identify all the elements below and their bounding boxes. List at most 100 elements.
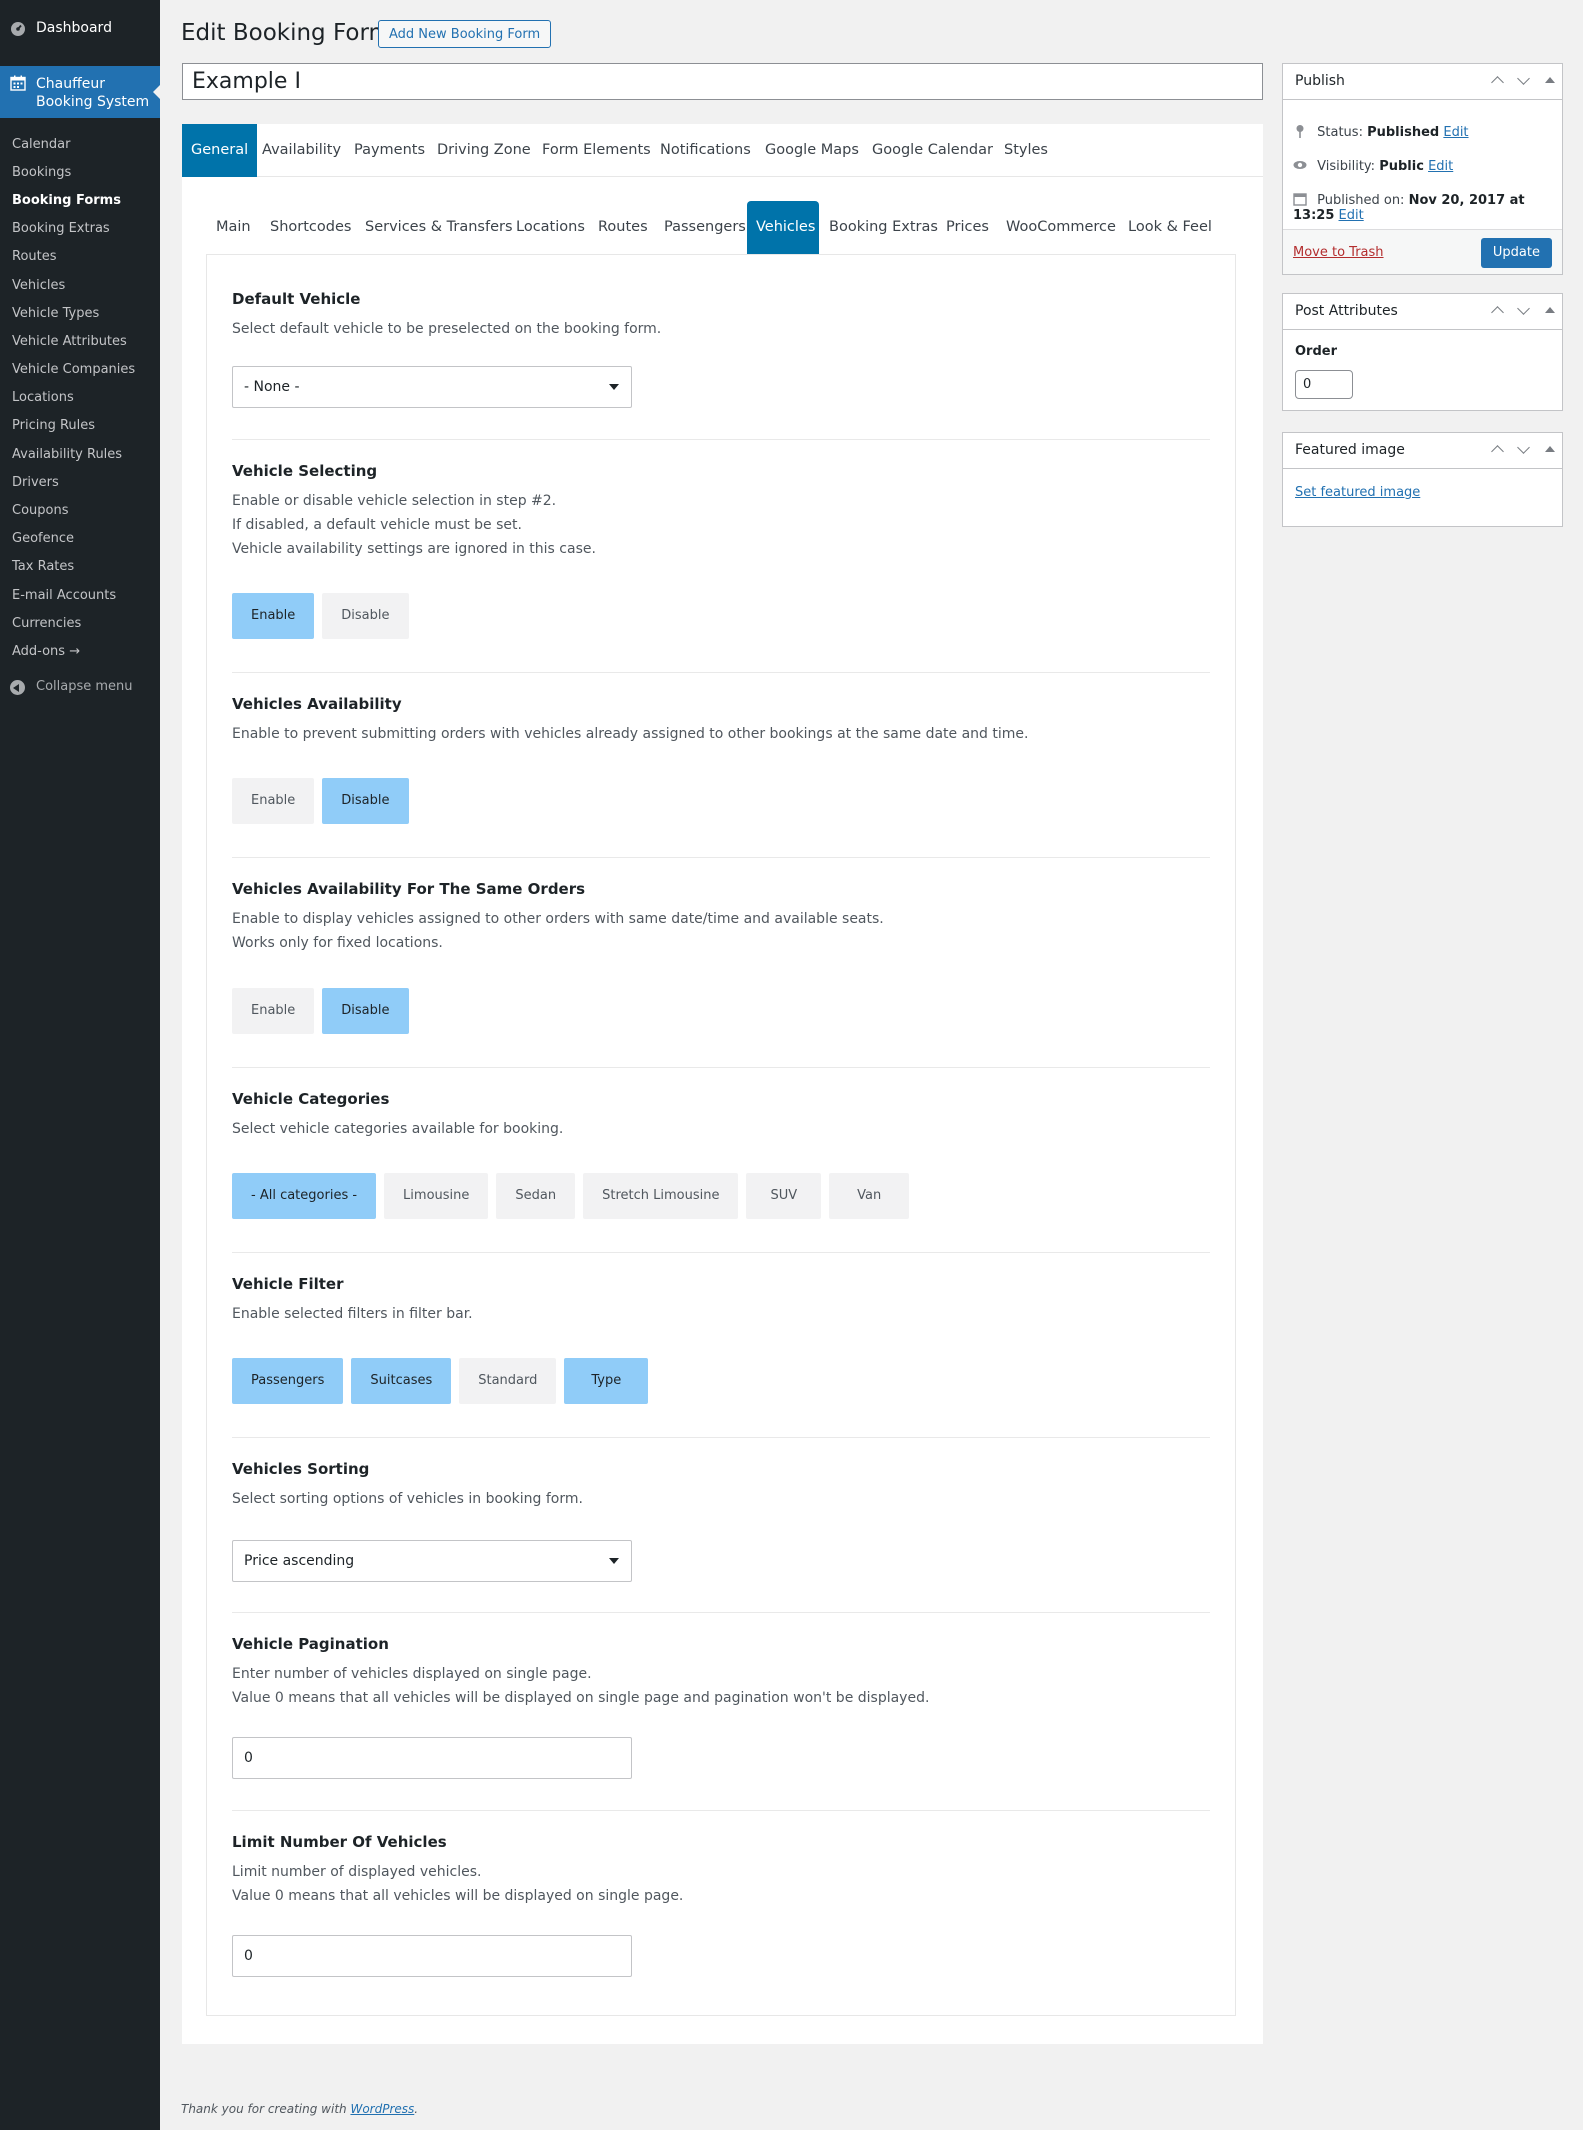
category-suv[interactable]: SUV xyxy=(746,1173,822,1219)
section-title: Vehicles Availability For The Same Order… xyxy=(232,880,586,898)
section-vehicle-categories: Vehicle Categories Select vehicle catego… xyxy=(232,1090,1210,1141)
box-title: Featured image xyxy=(1295,442,1405,458)
edit-visibility-link[interactable]: Edit xyxy=(1428,159,1453,174)
featured-image-box: Featured image Set featured image xyxy=(1282,432,1563,527)
enable-button[interactable]: Enable xyxy=(232,988,315,1034)
sidebar-item-geofence[interactable]: Geofence xyxy=(0,525,160,553)
sidebar-item-routes[interactable]: Routes xyxy=(0,243,160,271)
description-line: Vehicle availability settings are ignore… xyxy=(232,541,596,557)
subtab-vehicles[interactable]: Vehicles xyxy=(747,201,819,254)
category-sedan[interactable]: Sedan xyxy=(496,1173,576,1219)
sidebar-item-email-accounts[interactable]: E-mail Accounts xyxy=(0,581,160,609)
subtab-routes[interactable]: Routes xyxy=(589,201,657,254)
category-van[interactable]: Van xyxy=(829,1173,910,1219)
tab-driving-zone[interactable]: Driving Zone xyxy=(428,124,540,177)
tab-google-calendar[interactable]: Google Calendar xyxy=(863,124,1002,177)
chevron-up-icon[interactable] xyxy=(1486,64,1508,99)
limit-vehicles-input[interactable]: 0 xyxy=(232,1935,632,1977)
dashboard-icon xyxy=(11,22,25,36)
subtab-look-feel[interactable]: Look & Feel xyxy=(1119,201,1221,254)
chevron-down-icon[interactable] xyxy=(1512,294,1534,329)
status-row: Status: Published Edit xyxy=(1293,124,1469,140)
category-stretch-limousine[interactable]: Stretch Limousine xyxy=(583,1173,739,1219)
sidebar-item-bookings[interactable]: Bookings xyxy=(0,158,160,186)
filter-passengers[interactable]: Passengers xyxy=(232,1358,344,1404)
default-vehicle-select[interactable]: - None - xyxy=(232,366,632,408)
subtab-services-transfers[interactable]: Services & Transfers xyxy=(356,201,522,254)
category-all[interactable]: - All categories - xyxy=(232,1173,377,1219)
disable-button[interactable]: Disable xyxy=(322,988,409,1034)
tab-notifications[interactable]: Notifications xyxy=(651,124,760,177)
vehicle-selecting-toggle: Enable Disable xyxy=(232,593,409,639)
sidebar-item-vehicle-types[interactable]: Vehicle Types xyxy=(0,299,160,327)
subtab-main[interactable]: Main xyxy=(207,201,260,254)
visibility-row: Visibility: Public Edit xyxy=(1293,158,1453,174)
edit-date-link[interactable]: Edit xyxy=(1339,208,1364,223)
collapse-menu-button[interactable]: Collapse menu xyxy=(0,672,160,702)
featured-image-header: Featured image xyxy=(1283,433,1562,469)
sidebar-item-currencies[interactable]: Currencies xyxy=(0,609,160,637)
subtab-locations[interactable]: Locations xyxy=(507,201,594,254)
vehicles-settings-panel: Default Vehicle Select default vehicle t… xyxy=(206,254,1236,2016)
divider xyxy=(232,1252,1210,1253)
sidebar-item-booking-extras[interactable]: Booking Extras xyxy=(0,215,160,243)
vehicles-sorting-select[interactable]: Price ascending xyxy=(232,1540,632,1582)
tab-google-maps[interactable]: Google Maps xyxy=(756,124,868,177)
wordpress-link[interactable]: WordPress xyxy=(350,2102,414,2116)
sidebar-item-chauffeur-booking-system[interactable]: Chauffeur Booking System xyxy=(0,66,161,118)
sidebar-item-vehicle-attributes[interactable]: Vehicle Attributes xyxy=(0,327,160,355)
sidebar-item-vehicle-companies[interactable]: Vehicle Companies xyxy=(0,356,160,384)
subtab-shortcodes[interactable]: Shortcodes xyxy=(261,201,360,254)
chevron-up-icon[interactable] xyxy=(1486,433,1508,468)
sidebar-item-locations[interactable]: Locations xyxy=(0,384,160,412)
subtab-passengers[interactable]: Passengers xyxy=(655,201,755,254)
add-new-booking-form-button[interactable]: Add New Booking Form xyxy=(378,20,552,48)
sidebar-item-vehicles[interactable]: Vehicles xyxy=(0,271,160,299)
edit-status-link[interactable]: Edit xyxy=(1443,125,1468,140)
subtab-booking-extras[interactable]: Booking Extras xyxy=(820,201,947,254)
tab-payments[interactable]: Payments xyxy=(345,124,434,177)
sidebar-item-pricing-rules[interactable]: Pricing Rules xyxy=(0,412,160,440)
category-limousine[interactable]: Limousine xyxy=(384,1173,489,1219)
filter-type[interactable]: Type xyxy=(564,1358,649,1404)
page-title: Edit Booking Form xyxy=(181,20,391,46)
sidebar-item-availability-rules[interactable]: Availability Rules xyxy=(0,440,160,468)
subtab-prices[interactable]: Prices xyxy=(937,201,998,254)
tab-availability[interactable]: Availability xyxy=(253,124,350,177)
toggle-panel-icon[interactable] xyxy=(1538,433,1560,468)
enable-button[interactable]: Enable xyxy=(232,593,315,639)
section-description: Select vehicle categories available for … xyxy=(232,1121,564,1137)
chevron-up-icon[interactable] xyxy=(1486,294,1508,329)
toggle-panel-icon[interactable] xyxy=(1538,294,1560,329)
disable-button[interactable]: Disable xyxy=(322,593,409,639)
update-button[interactable]: Update xyxy=(1480,238,1552,268)
sidebar-item-drivers[interactable]: Drivers xyxy=(0,468,160,496)
move-to-trash-link[interactable]: Move to Trash xyxy=(1293,245,1384,260)
filter-standard[interactable]: Standard xyxy=(459,1358,557,1404)
subtab-woocommerce[interactable]: WooCommerce xyxy=(997,201,1125,254)
filter-suitcases[interactable]: Suitcases xyxy=(351,1358,452,1404)
sidebar-item-calendar[interactable]: Calendar xyxy=(0,130,160,158)
tab-form-elements[interactable]: Form Elements xyxy=(533,124,660,177)
set-featured-image-link[interactable]: Set featured image xyxy=(1295,485,1420,500)
section-limit-vehicles: Limit Number Of Vehicles Limit number of… xyxy=(232,1833,1210,1908)
tab-styles[interactable]: Styles xyxy=(995,124,1057,177)
sidebar-item-booking-forms[interactable]: Booking Forms xyxy=(0,186,160,214)
section-description: Select sorting options of vehicles in bo… xyxy=(232,1491,583,1507)
description-line: If disabled, a default vehicle must be s… xyxy=(232,517,522,533)
vehicle-pagination-input[interactable]: 0 xyxy=(232,1737,632,1779)
sidebar-item-dashboard[interactable]: Dashboard xyxy=(0,14,160,44)
sidebar-item-add-ons[interactable]: Add-ons → xyxy=(0,637,160,665)
toggle-panel-icon[interactable] xyxy=(1538,64,1560,99)
disable-button[interactable]: Disable xyxy=(322,778,409,824)
sidebar-item-tax-rates[interactable]: Tax Rates xyxy=(0,553,160,581)
enable-button[interactable]: Enable xyxy=(232,778,315,824)
post-title-input[interactable]: Example I xyxy=(182,63,1263,100)
sidebar-item-coupons[interactable]: Coupons xyxy=(0,496,160,524)
tab-general[interactable]: General xyxy=(182,124,258,177)
order-input[interactable]: 0 xyxy=(1295,370,1353,399)
published-on-row: Published on: Nov 20, 2017 at 13:25 Edit xyxy=(1293,192,1562,223)
section-title: Vehicles Sorting xyxy=(232,1460,370,1478)
chevron-down-icon[interactable] xyxy=(1512,433,1534,468)
chevron-down-icon[interactable] xyxy=(1512,64,1534,99)
